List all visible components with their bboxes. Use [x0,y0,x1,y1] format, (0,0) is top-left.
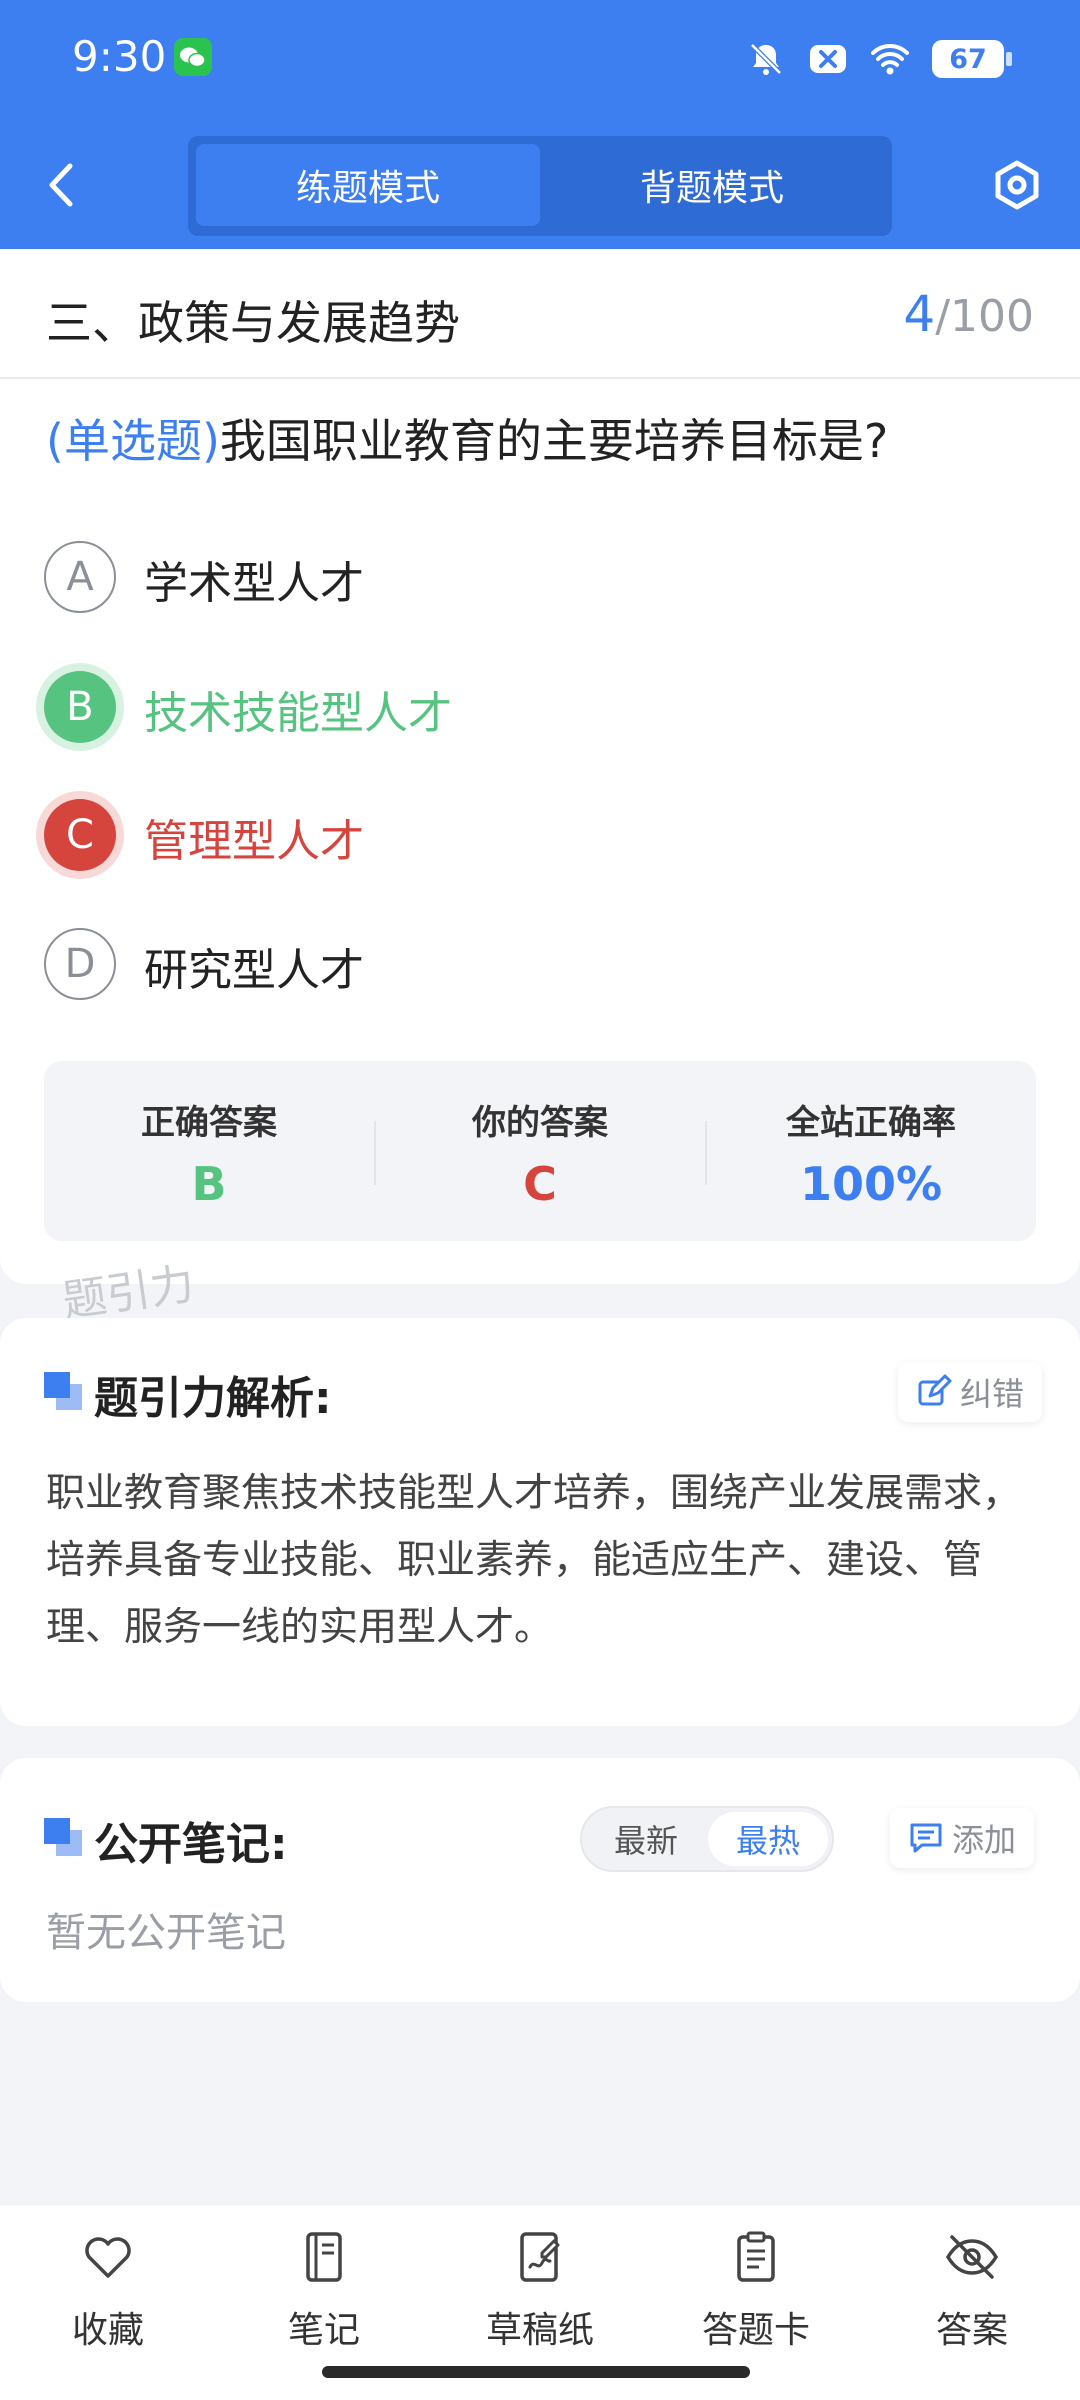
report-error-label: 纠错 [960,1375,1025,1413]
back-button[interactable] [38,158,88,212]
draft-icon [520,2232,560,2282]
total-questions: /100 [935,291,1034,342]
chevron-left-icon [49,163,73,207]
add-note-button[interactable]: 添加 [890,1808,1035,1868]
analysis-text: 职业教育聚焦技术技能型人才培养，围绕产业发展需求，培养具备专业技能、职业素养，能… [46,1471,1022,1650]
your-answer-column: 你的答案 C [375,1061,705,1241]
notes-title: 公开笔记: [94,1819,288,1870]
question-progress: 4/100 [903,285,1034,343]
nav-draft-paper[interactable]: 草稿纸 [432,2229,648,2359]
nav-answer-sheet[interactable]: 答题卡 [648,2229,864,2359]
your-answer-label: 你的答案 [472,1103,608,1143]
tab-practice-mode[interactable]: 练题模式 [196,144,540,226]
settings-hexagon-icon [995,160,1039,210]
correct-answer-column: 正确答案 B [44,1061,374,1241]
mode-switch: 练题模式 背题模式 [188,136,892,236]
eye-off-icon [945,2235,999,2279]
no-signal-icon [810,45,846,73]
sort-hot-button[interactable]: 最热 [708,1812,828,1866]
answer-summary: 正确答案 B 你的答案 C 全站正确率 100% [44,1061,1036,1241]
option-text: 技术技能型人才 [144,688,452,739]
wechat-notification-icon [174,38,212,76]
bell-muted-icon [750,43,782,75]
section-marker-icon [44,1818,82,1856]
status-bar: 9:30 67 [0,0,1080,120]
question-body: 我国职业教育的主要培养目标是? [219,414,889,468]
analysis-title: 题引力解析: [94,1373,332,1424]
wifi-icon [871,43,909,75]
option-letter: B [44,671,116,743]
edit-icon [918,1374,952,1406]
status-icons: 67 [746,36,1012,82]
option-letter: A [44,541,116,613]
add-note-label: 添加 [952,1821,1017,1859]
tab-memorize-mode[interactable]: 背题模式 [540,144,884,226]
current-question-number: 4 [903,285,936,343]
option-letter: D [44,928,116,1000]
notes-sort-toggle: 最新 最热 [580,1806,834,1872]
correct-answer-value: B [191,1157,227,1211]
comment-icon [910,1823,942,1853]
nav-label: 收藏 [71,2310,144,2351]
your-answer-value: C [523,1157,557,1211]
accuracy-label: 全站正确率 [786,1103,956,1143]
correct-answer-label: 正确答案 [141,1103,277,1143]
settings-button[interactable] [990,158,1044,212]
app-header: 9:30 67 练题模式 背题模式 [0,0,1080,249]
status-time: 9:30 [72,32,167,81]
option-d[interactable]: D 研究型人才 [44,924,1024,1004]
option-b[interactable]: B 技术技能型人才 [44,667,1024,747]
notebook-icon [306,2232,342,2282]
question-card: 三、政策与发展趋势 4/100 (单选题)我国职业教育的主要培养目标是? A 学… [0,249,1080,1284]
heart-icon [85,2237,131,2278]
option-text: 研究型人才 [144,945,364,996]
section-marker-icon [44,1372,82,1410]
question-type: (单选题) [46,414,220,468]
option-text: 学术型人才 [144,558,364,609]
empty-notes-text: 暂无公开笔记 [46,1910,286,1956]
home-indicator[interactable] [322,2366,750,2378]
analysis-card: 题引力解析: 纠错 职业教育聚焦技术技能型人才培养，围绕产业发展需求，培养具备专… [0,1318,1080,1726]
nav-notes[interactable]: 笔记 [216,2229,432,2359]
nav-favorite[interactable]: 收藏 [0,2229,216,2359]
section-title: 三、政策与发展趋势 [46,296,460,350]
option-c[interactable]: C 管理型人才 [44,795,1024,875]
question-text: (单选题)我国职业教育的主要培养目标是? [46,409,1036,473]
battery-indicator: 67 [932,40,1012,78]
nav-label: 笔记 [287,2310,360,2351]
nav-toggle-answer[interactable]: 答案 [864,2229,1080,2359]
nav-label: 答题卡 [701,2310,810,2351]
accuracy-value: 100% [799,1157,943,1211]
report-error-button[interactable]: 纠错 [898,1362,1043,1422]
accuracy-column: 全站正确率 100% [706,1061,1036,1241]
clipboard-icon [737,2231,775,2282]
option-text: 管理型人才 [144,816,364,867]
option-letter: C [44,799,116,871]
sort-latest-button[interactable]: 最新 [586,1812,706,1866]
public-notes-card: 公开笔记: 最新 最热 添加 暂无公开笔记 [0,1758,1080,2002]
option-a[interactable]: A 学术型人才 [44,537,1024,617]
nav-label: 答案 [935,2310,1008,2351]
nav-label: 草稿纸 [485,2310,594,2351]
section-header: 三、政策与发展趋势 4/100 [0,249,1080,379]
